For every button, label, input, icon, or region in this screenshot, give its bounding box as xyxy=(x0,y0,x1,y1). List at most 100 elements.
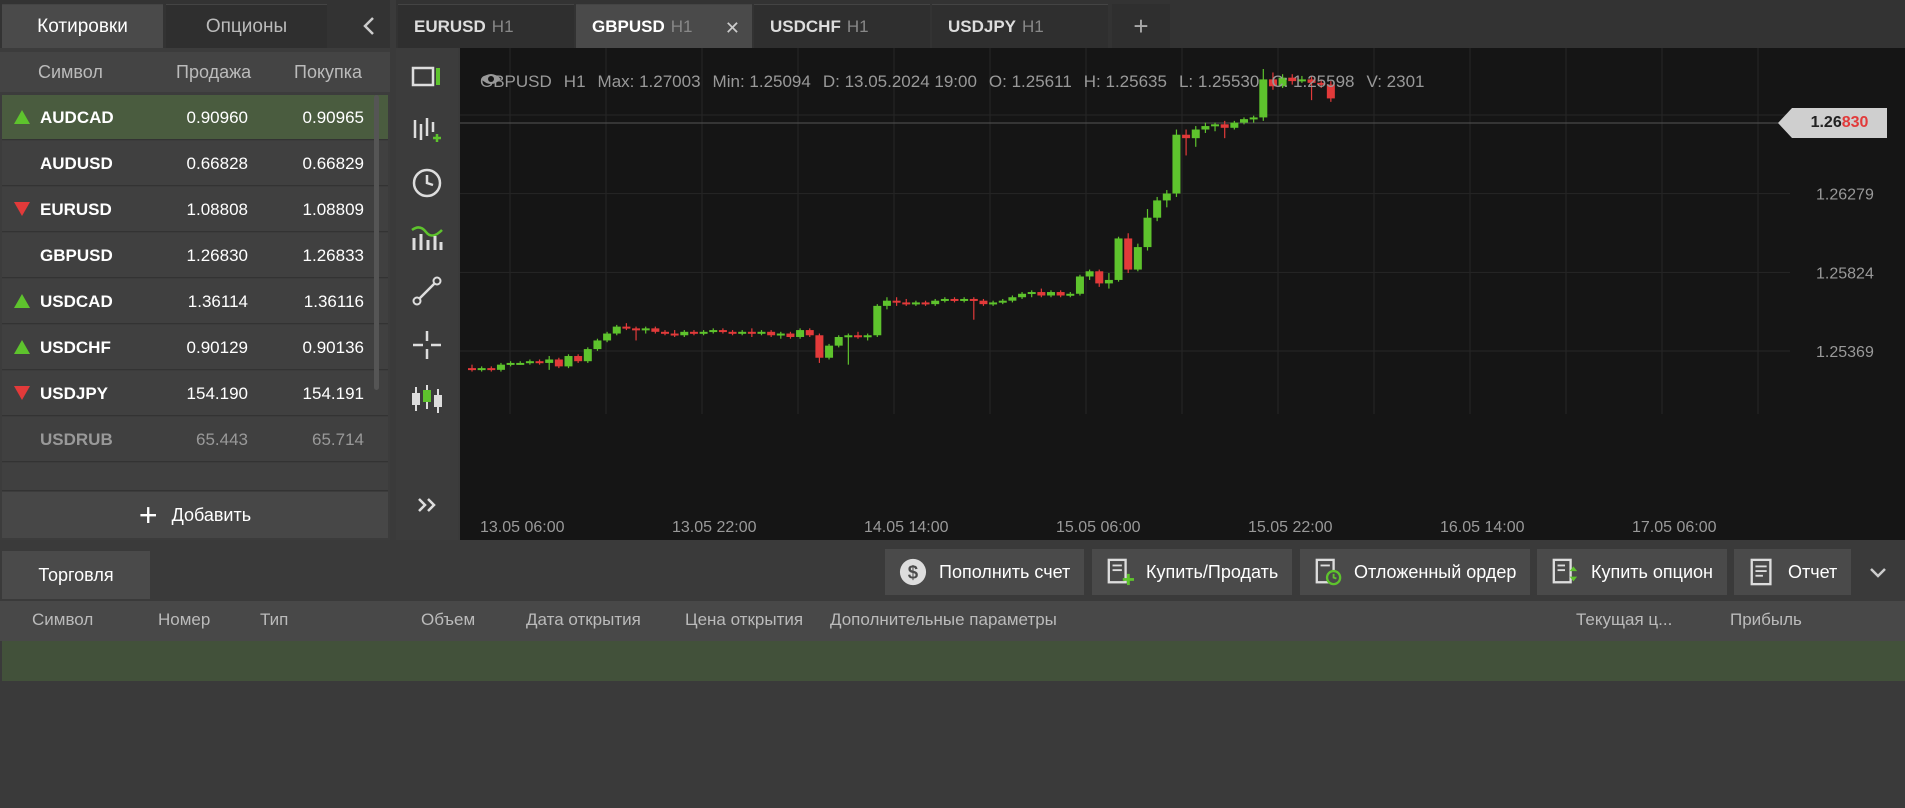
add-symbol-button[interactable]: + Добавить xyxy=(2,492,388,538)
x-tick-label: 13.05 06:00 xyxy=(480,519,565,536)
buy-option-button[interactable]: Купить опцион xyxy=(1537,549,1727,595)
quote-sell: 0.90129 xyxy=(186,338,248,357)
candle-body xyxy=(1114,238,1123,280)
trading-app: Котировки Опционы Символ Продажа Покупка… xyxy=(0,0,1905,808)
price-pips: 830 xyxy=(1841,114,1869,131)
quote-symbol: AUDUSD xyxy=(40,154,113,173)
quote-row[interactable]: USDCHF 0.90129 0.90136 xyxy=(2,325,388,370)
quote-row[interactable]: EURUSD 1.08808 1.08809 xyxy=(2,187,388,232)
chart-tab-gbpusd[interactable]: GBPUSD H1 ✕ xyxy=(576,4,752,48)
candle-body xyxy=(574,356,583,362)
candle-body xyxy=(892,300,901,303)
quote-row-partial[interactable] xyxy=(2,463,388,491)
report-label: Отчет xyxy=(1788,561,1838,582)
candle-body xyxy=(1037,292,1046,296)
candle-body xyxy=(786,333,795,337)
chart-type-icon[interactable] xyxy=(410,60,444,94)
current-price-label: 1.26 830 xyxy=(1778,108,1887,138)
quotes-scrollbar[interactable] xyxy=(374,95,379,390)
candles-icon[interactable] xyxy=(410,382,444,416)
tab-quotes[interactable]: Котировки xyxy=(2,4,163,48)
col-open-price[interactable]: Цена открытия xyxy=(685,610,803,630)
candle-body xyxy=(468,368,476,371)
quote-row[interactable]: GBPUSD 1.26830 1.26833 xyxy=(2,233,388,278)
svg-text:$: $ xyxy=(908,562,919,583)
report-button[interactable]: Отчет xyxy=(1734,549,1852,595)
chart-tab-eurusd[interactable]: EURUSD H1 xyxy=(398,4,574,48)
eye-icon[interactable] xyxy=(480,72,502,86)
candle-body xyxy=(689,331,698,334)
col-open-date[interactable]: Дата открытия xyxy=(526,610,641,630)
x-tick-label: 16.05 14:00 xyxy=(1440,519,1525,536)
candle-body xyxy=(882,300,891,306)
col-type[interactable]: Тип xyxy=(260,610,288,630)
candle-body xyxy=(1047,292,1055,296)
quote-row[interactable]: AUDCAD 0.90960 0.90965 xyxy=(2,95,388,140)
col-current-price[interactable]: Текущая ц... xyxy=(1576,610,1672,630)
add-chart-tab-button[interactable]: + xyxy=(1112,4,1170,48)
info-open: O: 1.25611 xyxy=(988,72,1072,91)
candle-body xyxy=(632,328,641,331)
buy-sell-label: Купить/Продать xyxy=(1146,561,1279,582)
candle-body xyxy=(699,331,708,334)
candle-body xyxy=(969,298,978,301)
chart-canvas[interactable]: 13.05 06:00 13.05 22:00 14.05 14:00 15.05 0… xyxy=(460,48,1905,540)
candle-body xyxy=(1211,124,1220,127)
candle-body xyxy=(989,302,998,305)
candle-body xyxy=(940,298,949,301)
buy-sell-button[interactable]: Купить/Продать xyxy=(1092,549,1293,595)
tab-options[interactable]: Опционы xyxy=(166,4,327,48)
candle-body xyxy=(1008,297,1017,301)
price-chart[interactable]: 13.05 06:00 13.05 22:00 14.05 14:00 15.05 0… xyxy=(460,48,1905,540)
info-timeframe: H1 xyxy=(563,72,586,91)
candle-body xyxy=(718,330,727,333)
quotes-header: Символ Продажа Покупка xyxy=(0,52,390,92)
add-indicator-icon[interactable] xyxy=(410,112,444,146)
chevron-down-icon[interactable] xyxy=(1858,555,1898,591)
quote-symbol: USDJPY xyxy=(40,384,109,403)
close-tab-icon[interactable]: ✕ xyxy=(725,18,740,39)
quote-sell: 65.443 xyxy=(196,430,248,449)
chart-tab-timeframe: H1 xyxy=(491,16,514,36)
tab-trading[interactable]: Торговля xyxy=(2,551,150,599)
col-profit[interactable]: Прибыль xyxy=(1730,610,1802,630)
header-symbol: Символ xyxy=(38,62,103,82)
col-extra-params[interactable]: Дополнительные параметры xyxy=(830,610,1057,630)
pending-order-button[interactable]: Отложенный ордер xyxy=(1300,549,1531,595)
quote-row[interactable]: AUDUSD 0.66828 0.66829 xyxy=(2,141,388,186)
candle-body xyxy=(545,359,554,363)
quote-sell: 0.66828 xyxy=(186,154,248,173)
chart-tab-symbol: USDCHF xyxy=(770,16,841,36)
candle-body xyxy=(911,302,920,305)
candle-body xyxy=(1162,193,1171,201)
quote-buy: 1.36116 xyxy=(303,292,364,311)
timeframe-icon[interactable] xyxy=(410,166,444,200)
quote-buy: 65.714 xyxy=(312,430,364,449)
quotes-panel: Котировки Опционы Символ Продажа Покупка… xyxy=(0,0,390,540)
trend-down-icon xyxy=(14,202,30,216)
candle-body xyxy=(535,361,544,364)
candle-body xyxy=(496,364,505,370)
deposit-button[interactable]: $ Пополнить счет xyxy=(885,549,1085,595)
quote-row[interactable]: USDCAD 1.36114 1.36116 xyxy=(2,279,388,324)
table-row[interactable] xyxy=(2,641,1905,681)
candle-body xyxy=(612,326,621,334)
quote-buy: 1.08809 xyxy=(302,200,364,219)
col-symbol[interactable]: Символ xyxy=(32,610,93,630)
chart-tab-usdchf[interactable]: USDCHF H1 xyxy=(754,4,930,48)
candle-body xyxy=(670,333,679,336)
col-volume[interactable]: Объем xyxy=(421,610,475,630)
trendline-icon[interactable] xyxy=(410,274,444,308)
quote-row[interactable]: USDJPY 154.190 154.191 xyxy=(2,371,388,416)
indicators-icon[interactable] xyxy=(410,220,444,254)
crosshair-icon[interactable] xyxy=(410,328,444,362)
candle-body xyxy=(1095,271,1104,284)
trend-up-icon xyxy=(14,294,30,308)
chart-tab-usdjpy[interactable]: USDJPY H1 xyxy=(932,4,1108,48)
candle-body xyxy=(525,361,534,364)
expand-toolbar-icon[interactable] xyxy=(410,488,444,522)
col-number[interactable]: Номер xyxy=(158,610,210,630)
collapse-panel-icon[interactable] xyxy=(350,4,388,48)
x-tick-label: 15.05 06:00 xyxy=(1056,519,1141,536)
quote-row[interactable]: USDRUB 65.443 65.714 xyxy=(2,417,388,462)
